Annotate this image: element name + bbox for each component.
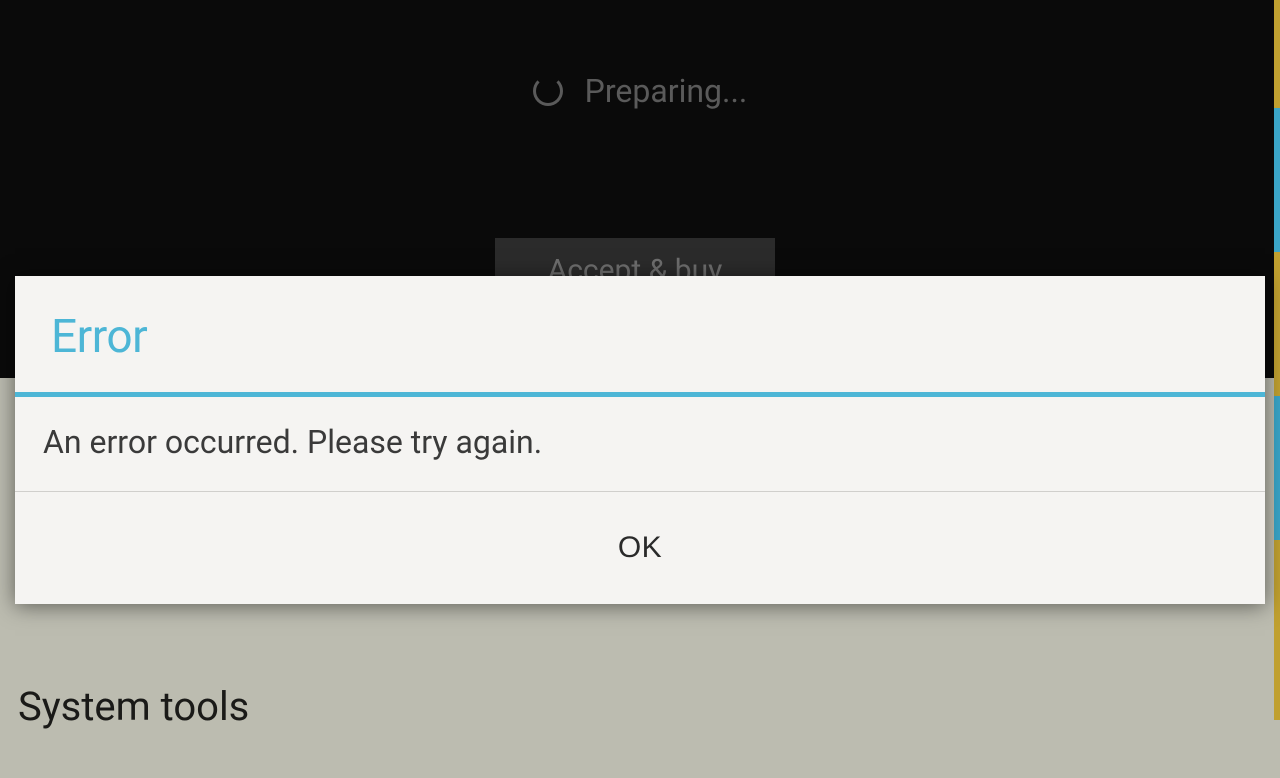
dialog-footer: OK: [15, 492, 1265, 604]
dialog-message: An error occurred. Please try again.: [43, 423, 1237, 461]
side-accent-strip: [1274, 0, 1280, 720]
system-tools-label: System tools: [18, 683, 249, 730]
dialog-header: Error: [15, 276, 1265, 397]
error-dialog: Error An error occurred. Please try agai…: [15, 276, 1265, 604]
preparing-status: Preparing...: [0, 72, 1280, 110]
ok-button[interactable]: OK: [558, 511, 722, 585]
preparing-label: Preparing...: [585, 72, 748, 110]
dialog-title: Error: [51, 310, 1229, 364]
dialog-body: An error occurred. Please try again.: [15, 397, 1265, 491]
spinner-icon: [533, 76, 563, 106]
